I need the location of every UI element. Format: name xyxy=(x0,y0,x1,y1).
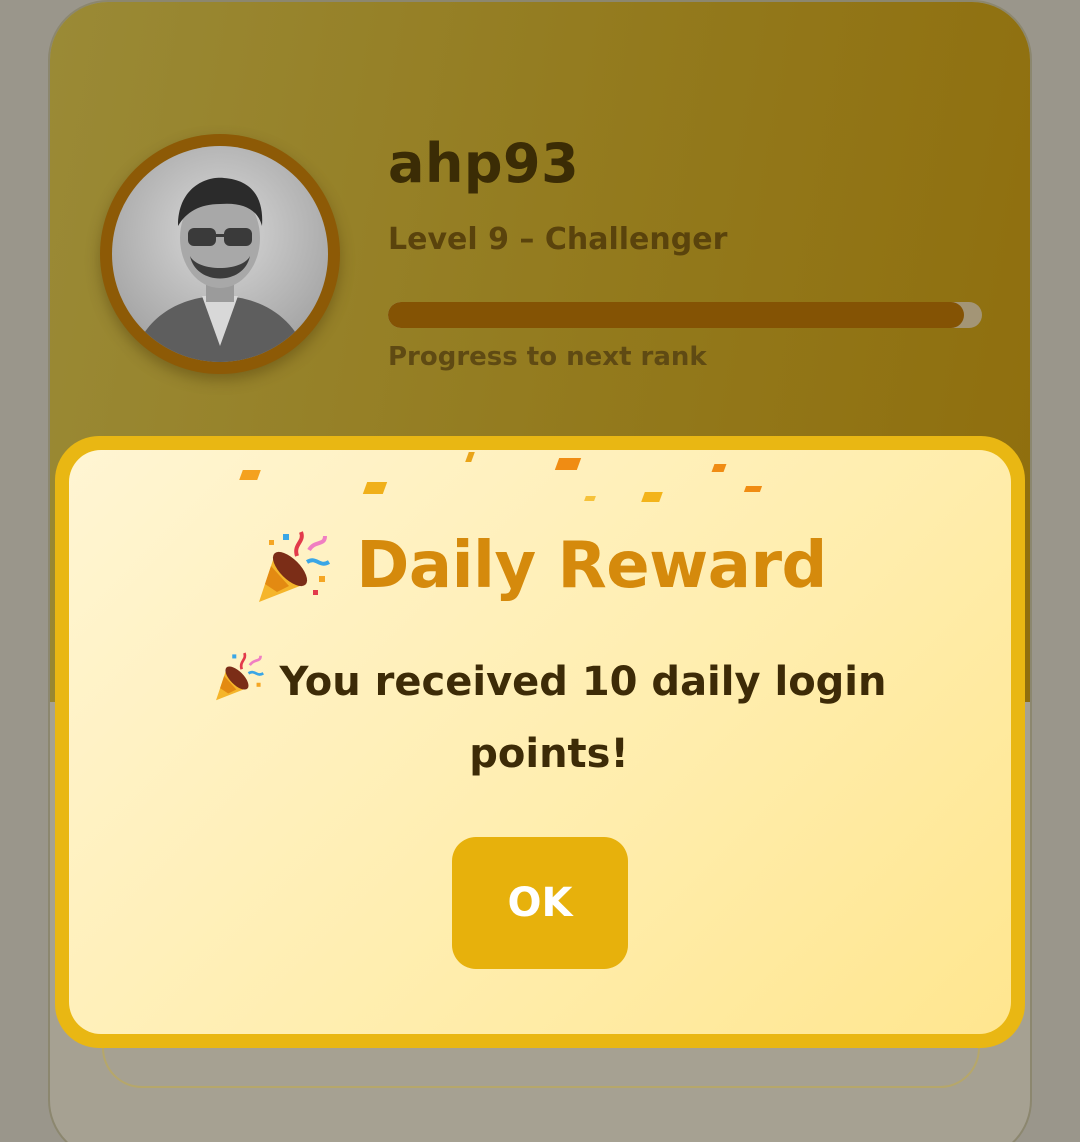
username: ahp93 xyxy=(388,132,580,195)
rank-progress-bar xyxy=(388,302,982,328)
progress-caption: Progress to next rank xyxy=(388,342,707,372)
avatar-photo xyxy=(132,177,308,362)
reward-message: You received 10 daily login points! xyxy=(189,646,909,790)
confetti-piece xyxy=(711,464,727,472)
dialog-title-row: Daily Reward xyxy=(69,526,1011,606)
party-popper-icon xyxy=(259,531,331,602)
ok-button[interactable]: OK xyxy=(452,837,628,969)
level-label: Level 9 – Challenger xyxy=(388,222,728,257)
screen: ahp93 Level 9 – Challenger Progress to n… xyxy=(0,0,1080,1142)
avatar-ring xyxy=(100,134,340,374)
confetti-piece xyxy=(743,486,763,492)
party-popper-icon xyxy=(215,652,264,701)
confetti-piece xyxy=(465,452,475,462)
dialog-title: Daily Reward xyxy=(356,529,827,603)
reward-message-text: You received 10 daily login points! xyxy=(279,659,887,777)
avatar xyxy=(112,146,328,362)
confetti-piece xyxy=(362,482,388,494)
confetti-piece xyxy=(641,492,663,502)
confetti-piece xyxy=(239,470,261,480)
daily-reward-dialog: Daily Reward You received 10 daily login… xyxy=(55,436,1025,1048)
dialog-body: Daily Reward You received 10 daily login… xyxy=(69,450,1011,1034)
rank-progress-fill xyxy=(388,302,965,328)
confetti-piece xyxy=(584,496,596,501)
confetti-piece xyxy=(554,458,582,470)
